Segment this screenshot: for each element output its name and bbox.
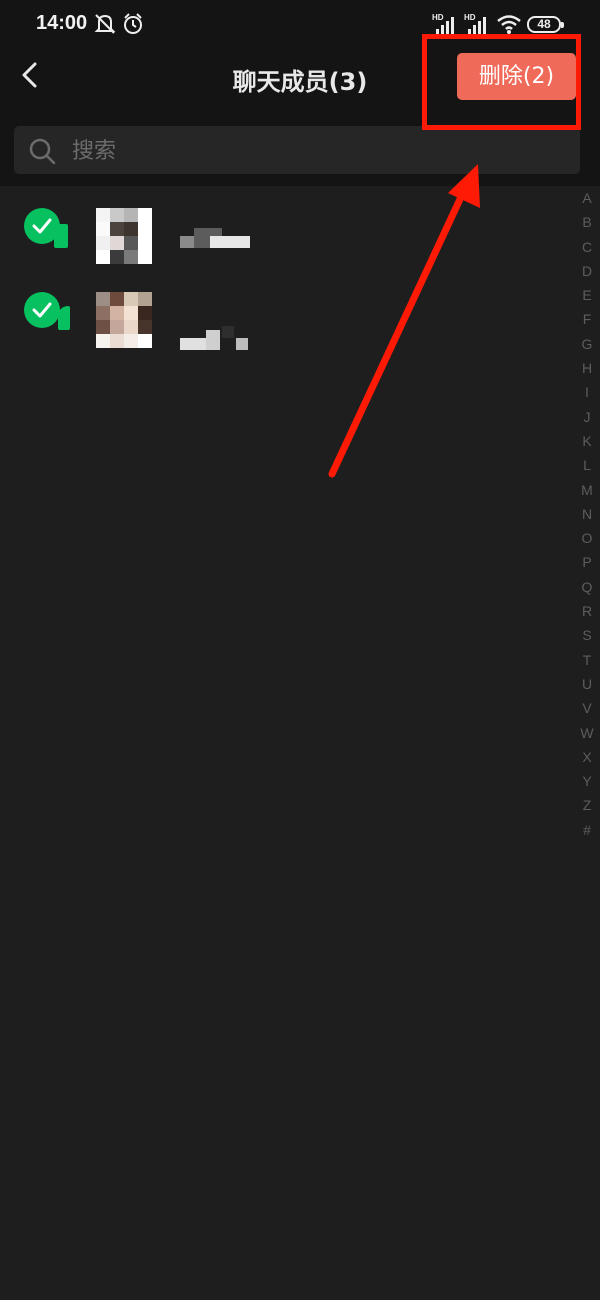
index-letter[interactable]: Q	[574, 575, 600, 599]
index-letter[interactable]: M	[574, 478, 600, 502]
index-letter[interactable]: #	[574, 818, 600, 842]
check-badge-tail	[58, 306, 70, 330]
index-letter[interactable]: R	[574, 599, 600, 623]
annotation-arrow-icon	[328, 164, 480, 478]
index-letter[interactable]: H	[574, 356, 600, 380]
index-letter[interactable]: K	[574, 429, 600, 453]
index-letter[interactable]: B	[574, 210, 600, 234]
svg-text:HD: HD	[464, 13, 476, 22]
search-bar	[0, 126, 600, 186]
index-letter[interactable]: Y	[574, 769, 600, 793]
mute-bell-icon	[94, 14, 116, 34]
check-badge-tail	[54, 224, 68, 248]
index-letter[interactable]: Z	[574, 793, 600, 817]
index-letter[interactable]: G	[574, 332, 600, 356]
battery-icon: 48	[527, 16, 564, 33]
avatar	[96, 292, 152, 348]
status-time: 14:00	[36, 12, 88, 34]
index-letter[interactable]: E	[574, 283, 600, 307]
hd-signal-icon: HD	[432, 13, 454, 34]
search-box[interactable]	[14, 126, 580, 174]
alphabet-index[interactable]: A B C D E F G H I J K L M N O P Q R S T U V W X Y Z #	[574, 186, 600, 842]
alarm-icon	[124, 13, 142, 34]
svg-text:HD: HD	[432, 13, 444, 22]
index-letter[interactable]: W	[574, 721, 600, 745]
index-letter[interactable]: F	[574, 307, 600, 331]
index-letter[interactable]: X	[574, 745, 600, 769]
avatar	[96, 208, 152, 264]
index-letter[interactable]: I	[574, 380, 600, 404]
index-letter[interactable]: V	[574, 696, 600, 720]
delete-button[interactable]: 删除(2)	[457, 53, 576, 100]
index-letter[interactable]: O	[574, 526, 600, 550]
selected-check-icon[interactable]	[24, 292, 60, 328]
index-letter[interactable]: D	[574, 259, 600, 283]
index-letter[interactable]: J	[574, 405, 600, 429]
search-icon	[29, 138, 56, 165]
index-letter[interactable]: S	[574, 623, 600, 647]
index-letter[interactable]: L	[574, 453, 600, 477]
index-letter[interactable]: C	[574, 235, 600, 259]
index-letter[interactable]: P	[574, 550, 600, 574]
index-letter[interactable]: N	[574, 502, 600, 526]
index-letter[interactable]: T	[574, 648, 600, 672]
hd-signal-icon: HD	[464, 13, 486, 34]
wifi-icon	[497, 15, 521, 34]
index-letter[interactable]: A	[574, 186, 600, 210]
status-bar: 14:00 HD HD 48	[0, 0, 600, 50]
nav-bar: 聊天成员(3) 删除(2)	[0, 50, 600, 126]
index-letter[interactable]: U	[574, 672, 600, 696]
